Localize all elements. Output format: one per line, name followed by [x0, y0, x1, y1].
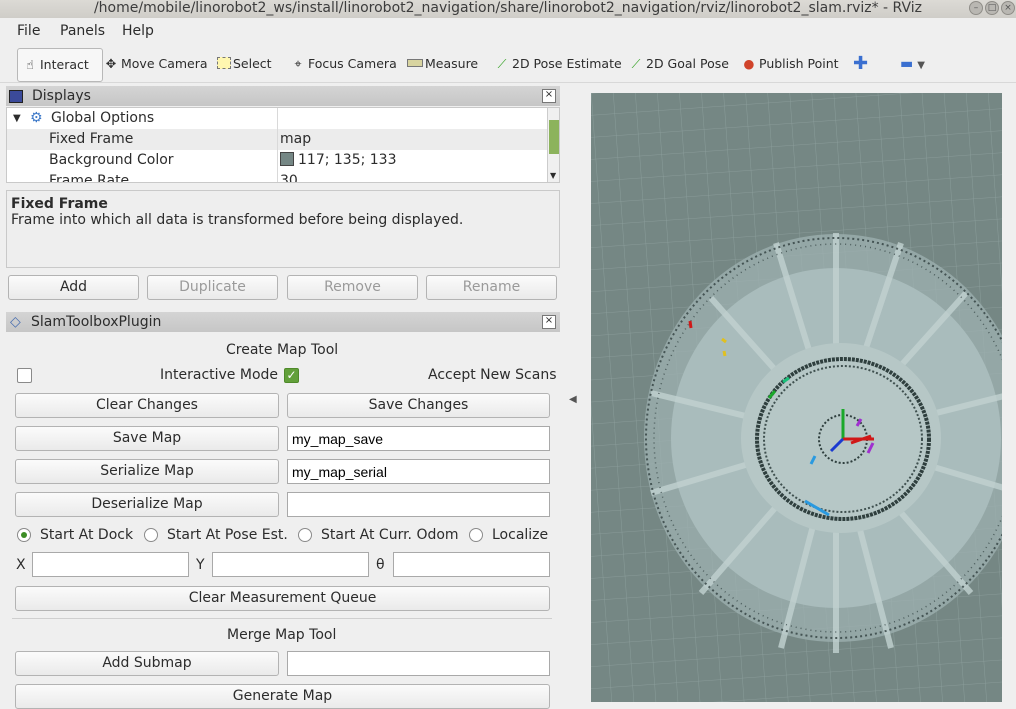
pose-estimate-tool-button[interactable]: ⟋ 2D Pose Estimate	[494, 48, 622, 80]
green-arrow-icon: ⟋	[497, 56, 507, 71]
theta-input[interactable]	[393, 552, 550, 577]
y-input[interactable]	[212, 552, 369, 577]
rename-button[interactable]: Rename	[426, 275, 557, 300]
deserialize-map-name-input[interactable]	[287, 492, 550, 517]
remove-tool-icon[interactable]: ▬ ▼	[900, 48, 925, 80]
menu-bar: File Panels Help	[0, 20, 1016, 44]
close-icon[interactable]: ×	[542, 89, 556, 103]
window-title: /home/mobile/linorobot2_ws/install/linor…	[93, 0, 923, 16]
fixed-frame-value[interactable]: map	[277, 129, 311, 150]
start-at-curr-odom-label: Start At Curr. Odom	[321, 527, 459, 543]
localize-label: Localize	[492, 527, 549, 543]
accept-new-scans-label: Accept New Scans	[428, 367, 557, 383]
dropdown-arrow-icon[interactable]: ▼	[917, 60, 925, 71]
clear-changes-button[interactable]: Clear Changes	[15, 393, 279, 418]
add-submap-button[interactable]: Add Submap	[15, 651, 279, 676]
interact-tool-button[interactable]: ☝ Interact	[17, 48, 103, 82]
collapse-panel-arrow-icon[interactable]: ◀	[569, 394, 577, 405]
tree-row-frame-rate[interactable]: Frame Rate 30	[7, 171, 547, 182]
generate-map-button[interactable]: Generate Map	[15, 684, 550, 709]
close-icon[interactable]: ×	[542, 315, 556, 329]
menu-file[interactable]: File	[17, 23, 40, 39]
start-at-dock-label: Start At Dock	[40, 527, 134, 543]
deserialize-map-button[interactable]: Deserialize Map	[15, 492, 279, 517]
save-changes-button[interactable]: Save Changes	[287, 393, 550, 418]
add-tool-icon[interactable]: ✚	[853, 48, 868, 80]
select-rectangle-icon	[217, 57, 231, 69]
divider	[12, 618, 552, 619]
start-at-dock-radio[interactable]	[17, 528, 31, 542]
move-arrows-icon: ✥	[105, 56, 117, 71]
start-at-curr-odom-radio[interactable]	[298, 528, 312, 542]
save-map-button[interactable]: Save Map	[15, 426, 279, 451]
y-label: Y	[196, 557, 205, 573]
tree-row-background-color[interactable]: Background Color 117; 135; 133	[7, 150, 547, 171]
slam-panel-header: ◇ SlamToolboxPlugin ×	[6, 312, 560, 332]
color-swatch	[280, 152, 294, 166]
measure-tool-button[interactable]: Measure	[407, 48, 478, 80]
close-window-icon[interactable]: ×	[1001, 1, 1015, 15]
minimize-icon[interactable]: –	[969, 1, 983, 15]
monitor-icon	[9, 90, 23, 103]
tool-bar: ☝ Interact ✥ Move Camera Select ⌖ Focus Cam…	[0, 45, 1016, 83]
background-color-value[interactable]: 117; 135; 133	[277, 150, 397, 171]
accept-new-scans-checkbox[interactable]: ✓	[284, 368, 299, 383]
add-button[interactable]: Add	[8, 275, 139, 300]
focus-camera-tool-button[interactable]: ⌖ Focus Camera	[290, 48, 396, 80]
map-pin-icon: ●	[743, 56, 755, 71]
window-title-bar: /home/mobile/linorobot2_ws/install/linor…	[0, 0, 1016, 18]
tree-row-fixed-frame[interactable]: Fixed Frame map	[7, 129, 547, 150]
maximize-icon[interactable]: □	[985, 1, 999, 15]
displays-tree: ▼ ⚙ Global Options Fixed Frame map Backg…	[6, 107, 560, 183]
x-label: X	[16, 557, 26, 573]
remove-button[interactable]: Remove	[287, 275, 418, 300]
gear-icon: ⚙	[30, 110, 43, 126]
ruler-icon	[407, 59, 423, 67]
start-at-pose-est-label: Start At Pose Est.	[167, 527, 288, 543]
scroll-down-icon[interactable]: ▼	[550, 171, 556, 180]
menu-help[interactable]: Help	[122, 23, 154, 39]
description-text: Frame into which all data is transformed…	[11, 212, 464, 228]
select-tool-button[interactable]: Select	[217, 48, 272, 80]
serialize-map-button[interactable]: Serialize Map	[15, 459, 279, 484]
goal-pose-tool-button[interactable]: ⟋ 2D Goal Pose	[628, 48, 729, 80]
slam-panel-title: SlamToolboxPlugin	[31, 314, 162, 330]
property-description: Fixed Frame Frame into which all data is…	[6, 190, 560, 268]
publish-point-tool-button[interactable]: ● Publish Point	[741, 48, 839, 80]
description-title: Fixed Frame	[11, 196, 108, 212]
crosshair-icon: ⌖	[294, 56, 302, 71]
serialize-map-name-input[interactable]	[287, 459, 550, 484]
map-render	[591, 93, 1002, 702]
add-submap-input[interactable]	[287, 651, 550, 676]
duplicate-button[interactable]: Duplicate	[147, 275, 278, 300]
interactive-mode-label: Interactive Mode	[160, 367, 279, 383]
menu-panels[interactable]: Panels	[60, 23, 105, 39]
localize-radio[interactable]	[469, 528, 483, 542]
tree-row-global-options[interactable]: ▼ ⚙ Global Options	[7, 108, 547, 129]
interactive-mode-checkbox[interactable]	[17, 368, 32, 383]
move-camera-tool-button[interactable]: ✥ Move Camera	[103, 48, 208, 80]
diamond-icon: ◇	[10, 314, 21, 330]
displays-panel-header: Displays ×	[6, 86, 560, 106]
tree-scrollbar[interactable]: ▼	[547, 108, 559, 182]
merge-map-tool-label: Merge Map Tool	[227, 627, 337, 643]
x-input[interactable]	[32, 552, 189, 577]
hand-pointer-icon: ☝	[26, 57, 34, 72]
displays-title: Displays	[32, 88, 91, 104]
clear-measurement-queue-button[interactable]: Clear Measurement Queue	[15, 586, 550, 611]
green-arrow-icon: ⟋	[631, 56, 641, 71]
create-map-tool-label: Create Map Tool	[226, 342, 339, 358]
theta-label: θ	[376, 557, 385, 573]
expand-arrow-icon[interactable]: ▼	[13, 108, 21, 129]
render-viewport[interactable]	[591, 93, 1002, 702]
start-at-pose-est-radio[interactable]	[144, 528, 158, 542]
frame-rate-value[interactable]: 30	[277, 171, 298, 182]
save-map-name-input[interactable]	[287, 426, 550, 451]
scrollbar-thumb[interactable]	[549, 120, 559, 154]
